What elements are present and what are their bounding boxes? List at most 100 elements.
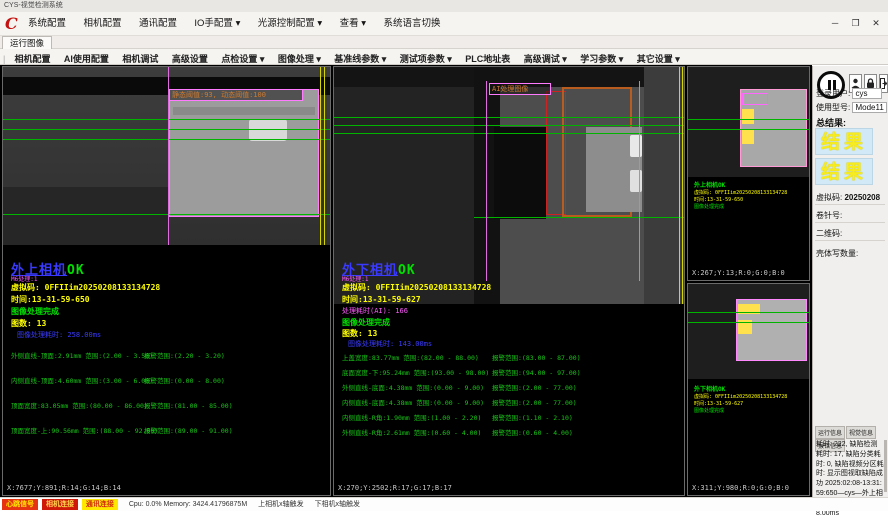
thumbnail-image-upper[interactable] bbox=[688, 67, 809, 177]
divider bbox=[815, 240, 885, 241]
tab-run-info[interactable]: 运行信息 bbox=[815, 426, 845, 439]
window-title: CYS-视觉检测系统 bbox=[4, 2, 63, 9]
menu-io-config[interactable]: IO手配置 ▾ bbox=[194, 12, 240, 36]
divider bbox=[815, 204, 885, 205]
glint-thumb bbox=[742, 109, 754, 124]
toolbar: | 相机配置 AI使用配置 相机调试 高级设置 点检设置 ▾ 图像处理 ▾ 基准… bbox=[0, 49, 888, 65]
scene-cavity bbox=[494, 127, 546, 219]
menu-camera-config[interactable]: 相机配置 bbox=[83, 12, 121, 36]
done-line: 图像处理完成 bbox=[342, 317, 390, 328]
menu-system-config[interactable]: 系统配置 bbox=[28, 12, 66, 36]
model-value[interactable]: Mode11 bbox=[852, 102, 886, 113]
done-line: 图像处理完成 bbox=[11, 306, 59, 317]
elapsed-line: 图像处理耗时: 258.00ms bbox=[17, 330, 101, 340]
time-line: 时间:13-31-59-627 bbox=[342, 294, 421, 305]
measure-row: 内侧直线-顶面:4.60mm 范围:(3.00 - 6.00)报警范围:(0.0… bbox=[11, 375, 153, 385]
part-shading bbox=[173, 107, 315, 115]
pixel-coords-readout: X:267;Y:13;R:0;G:0;B:0 bbox=[692, 269, 785, 277]
menu-comm-config[interactable]: 通讯配置 bbox=[139, 12, 177, 36]
ai-elapsed-line: 处理耗时(AI): 166 bbox=[342, 306, 408, 316]
trigger-line bbox=[320, 67, 321, 245]
connector-part bbox=[249, 119, 287, 141]
measure-line bbox=[334, 125, 684, 126]
tab-strip: 运行图像 bbox=[0, 36, 888, 49]
measure-line bbox=[334, 117, 684, 118]
pixel-coords-readout: X:7677;Y:891;R:14;G:14;B:14 bbox=[7, 484, 121, 492]
measure-row: 内侧直线-底面:4.38mm 范围:(0.00 - 9.00)报警范围:(2.0… bbox=[342, 397, 484, 407]
tab-vision-info[interactable]: 视觉信息 bbox=[846, 426, 876, 439]
measure-row: 顶面宽度-上:90.56mm 范围:(88.00 - 92.00)报警范围:(8… bbox=[11, 425, 158, 435]
thumb-time: 时间:13-31-59-627 bbox=[694, 400, 743, 407]
camera-link-badge: 相机连接 bbox=[42, 499, 78, 510]
count-line: 图数: 13 bbox=[11, 318, 46, 329]
camera-panel-lower[interactable]: AI处理图像 外下相机OK M6处理:1 虚拟码: 0FFIIim2025020… bbox=[333, 66, 685, 496]
close-button[interactable]: ✕ bbox=[868, 16, 884, 30]
measure-line bbox=[3, 129, 330, 130]
measure-line bbox=[688, 119, 809, 120]
measure-row: 内侧直线-R角:1.90mm 范围:(1.00 - 2.20)报警范围:(1.1… bbox=[342, 412, 481, 422]
comm-link-badge: 通讯连接 bbox=[82, 499, 118, 510]
menu-view[interactable]: 查看 ▾ bbox=[340, 12, 366, 36]
lower-camera-trigger: 下相机x轴触发 bbox=[315, 498, 361, 511]
thumbnail-image-lower[interactable] bbox=[688, 284, 809, 379]
tab-run-image[interactable]: 运行图像 bbox=[2, 36, 52, 49]
measure-line bbox=[3, 119, 330, 120]
result-indicator-1: 结果 bbox=[815, 128, 873, 155]
thumbnail-panel-upper[interactable]: 外上相机OK 虚拟码: 0FFIIim20250208133134728 时间:… bbox=[687, 66, 810, 281]
login-user-value[interactable]: cys bbox=[852, 88, 882, 99]
ai-roi-label: AI处理图像 bbox=[489, 83, 551, 95]
measure-line bbox=[688, 129, 809, 130]
thumbnail-panel-lower[interactable]: 外下相机OK 虚拟码: 0FFIIim20250208133134728 时间:… bbox=[687, 283, 810, 496]
pixel-coords-readout: X:270;Y:2502;R:17;G:17;B:17 bbox=[338, 484, 452, 492]
title-bar: CYS-视觉检测系统 bbox=[0, 0, 888, 12]
maximize-button[interactable]: ❐ bbox=[848, 16, 864, 30]
divider bbox=[815, 222, 885, 223]
app-window: CYS-视觉检测系统 C 系统配置 相机配置 通讯配置 IO手配置 ▾ 光源控制… bbox=[0, 0, 888, 522]
barcode-line: 虚拟码: 0FFIIim20250208133134728 bbox=[342, 282, 491, 293]
shell-write-count-field: 壳体写数量: bbox=[816, 248, 858, 259]
measure-row: 顶面宽度:83.05mm 范围:(80.00 - 86.00)报警范围:(81.… bbox=[11, 400, 148, 410]
menu-light-config[interactable]: 光源控制配置 ▾ bbox=[258, 12, 322, 36]
barcode-line: 虚拟码: 0FFIIim20250208133134728 bbox=[11, 282, 160, 293]
status-bar: 心跳信号 相机连接 通讯连接 Cpu: 0.0% Memory: 3424.41… bbox=[0, 497, 888, 511]
menu-items: 系统配置 相机配置 通讯配置 IO手配置 ▾ 光源控制配置 ▾ 查看 ▾ 系统语… bbox=[28, 12, 454, 36]
minimize-button[interactable]: ─ bbox=[827, 16, 843, 30]
measure-line bbox=[334, 133, 684, 134]
thumb-barcode: 虚拟码: 0FFIIim20250208133134728 bbox=[694, 393, 787, 400]
virtual-code-field: 虚拟码: 20250208 bbox=[816, 192, 880, 203]
trigger-line bbox=[324, 67, 325, 245]
elapsed-line: 图像处理耗时: 143.00ms bbox=[348, 339, 432, 349]
pixel-coords-readout: X:311;Y:980;R:0;G:0;B:0 bbox=[692, 484, 789, 492]
control-sidebar: 登录用户: cys 使用型号: Mode11 总结果: 结果 结果 虚拟码: 2… bbox=[812, 66, 888, 497]
roi-box-thumb bbox=[742, 93, 768, 105]
measure-line bbox=[688, 322, 809, 323]
thumb-barcode: 虚拟码: 0FFIIim20250208133134728 bbox=[694, 189, 787, 196]
menu-bar: C 系统配置 相机配置 通讯配置 IO手配置 ▾ 光源控制配置 ▾ 查看 ▾ 系… bbox=[0, 12, 888, 36]
login-user-field: 登录用户: cys bbox=[816, 88, 882, 99]
log-scrollbar[interactable] bbox=[884, 440, 887, 492]
measure-line bbox=[474, 217, 684, 218]
cpu-memory-readout: Cpu: 0.0% Memory: 3424.41796875M bbox=[129, 498, 247, 511]
thumb-title: 外上相机OK bbox=[694, 180, 725, 189]
scene-right-band bbox=[644, 67, 684, 304]
upper-camera-trigger: 上相机x轴触发 bbox=[258, 498, 304, 511]
thumb-title: 外下相机OK bbox=[694, 384, 725, 393]
pin-number-field: 卷针号: bbox=[816, 210, 842, 221]
roi-edge-line bbox=[486, 81, 487, 281]
measure-row: 外侧直线-顶面:2.91mm 范围:(2.00 - 3.50)报警范围:(2.2… bbox=[11, 350, 153, 360]
scene-shadow bbox=[3, 187, 168, 245]
measure-row: 上盖宽度:83.77mm 范围:(82.00 - 88.00)报警范围:(83.… bbox=[342, 352, 479, 362]
trigger-line bbox=[682, 67, 683, 304]
measure-row: 底面宽度-下:95.24mm 范围:(93.00 - 98.00)报警范围:(9… bbox=[342, 367, 489, 377]
model-field: 使用型号: Mode11 bbox=[816, 102, 887, 113]
camera-image-upper[interactable]: 静态阈值:93, 动态阈值:100 bbox=[3, 67, 330, 245]
menu-language-switch[interactable]: 系统语言切换 bbox=[384, 12, 441, 36]
glint-thumb bbox=[742, 129, 754, 144]
camera-panel-upper[interactable]: 静态阈值:93, 动态阈值:100 外上相机OK M6处理:1 虚拟码: 0FF… bbox=[2, 66, 331, 496]
cell-glint bbox=[630, 170, 642, 192]
cell-glint bbox=[630, 135, 642, 157]
count-line: 图数: 13 bbox=[342, 328, 377, 339]
measure-row: 外侧直线-底面:4.38mm 范围:(0.00 - 9.00)报警范围:(2.0… bbox=[342, 382, 484, 392]
app-logo-icon: C bbox=[5, 14, 18, 33]
roi-edge-line bbox=[639, 81, 640, 281]
